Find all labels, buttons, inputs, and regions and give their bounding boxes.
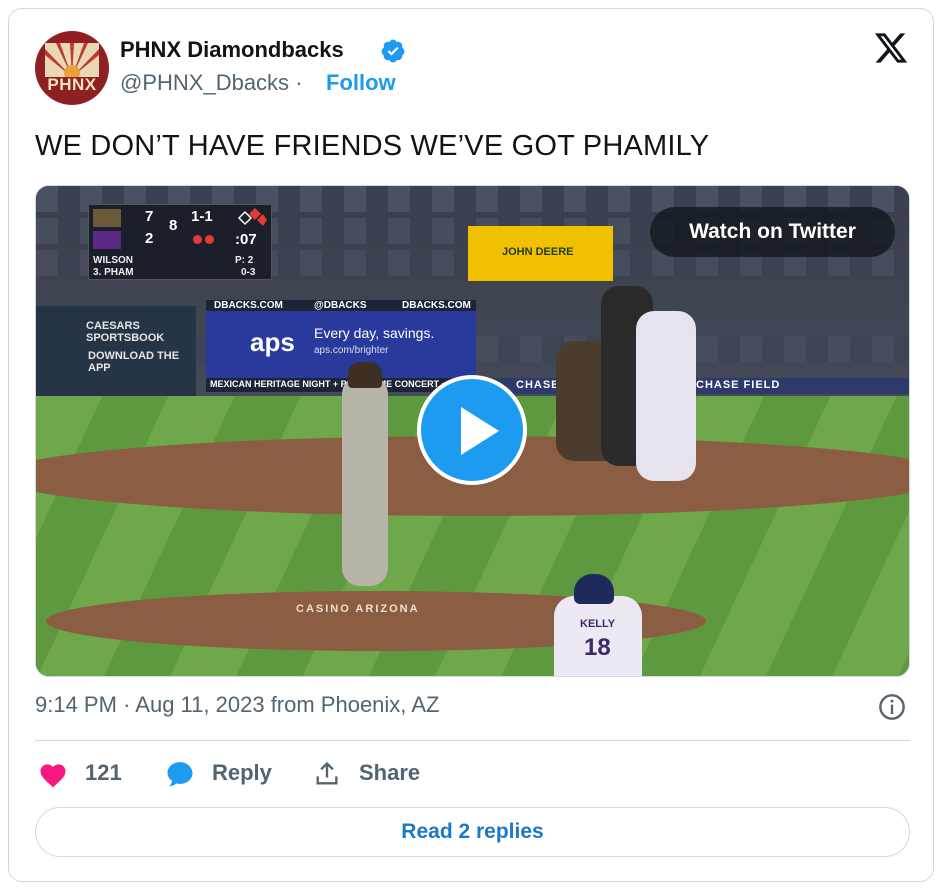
team2-score: 2 xyxy=(145,230,154,247)
aps-ad: aps Every day, savings. aps.com/brighter xyxy=(206,311,476,381)
date: Aug 11, 2023 xyxy=(135,692,265,717)
sportsbook-text: CAESARS SPORTSBOOK xyxy=(86,320,165,344)
padres-logo-icon xyxy=(93,209,121,227)
dbacks-logo-icon xyxy=(93,231,121,249)
play-icon xyxy=(461,407,499,455)
author-handle[interactable]: @PHNX_Dbacks · xyxy=(120,70,303,96)
mound-text: CASINO ARIZONA xyxy=(296,603,420,615)
runner-name: KELLY xyxy=(580,618,616,630)
download-text: DOWNLOAD THE APP xyxy=(88,350,180,374)
aps-brand: aps xyxy=(250,327,295,357)
pitch-clock: :07 xyxy=(235,231,257,248)
sportsbook-ad: CAESARS SPORTSBOOK DOWNLOAD THE APP xyxy=(36,306,196,396)
handle-text: @PHNX_Dbacks xyxy=(120,70,290,95)
ad-text-3: DBACKS.COM xyxy=(402,300,471,311)
runner-number: 18 xyxy=(584,634,611,661)
runner-figure: KELLY 18 xyxy=(554,596,642,676)
pitcher-cap xyxy=(348,362,382,388)
aps-tagline: Every day, savings. xyxy=(314,325,435,341)
reply-button[interactable]: Reply xyxy=(212,760,272,786)
batter-name: 3. PHAM xyxy=(93,267,134,278)
ad-text-1: DBACKS.COM xyxy=(214,300,283,311)
follow-button[interactable]: Follow xyxy=(326,70,396,96)
jd-text: JOHN DEERE xyxy=(502,246,574,258)
timestamp-separator: · xyxy=(123,692,131,717)
watch-on-twitter-button[interactable]: Watch on Twitter xyxy=(650,207,895,257)
pitcher-figure xyxy=(342,376,388,586)
team1-score: 7 xyxy=(145,208,154,225)
out-indicator-icon xyxy=(193,235,202,244)
runner-helmet xyxy=(574,574,614,604)
avatar[interactable]: PHNX xyxy=(35,31,109,105)
author-display-name[interactable]: PHNX Diamondbacks xyxy=(120,37,344,63)
share-button[interactable]: Share xyxy=(359,760,420,786)
count: 1-1 xyxy=(191,208,213,225)
x-logo-icon[interactable] xyxy=(872,30,910,66)
divider xyxy=(35,740,910,741)
aps-url: aps.com/brighter xyxy=(314,345,389,356)
location: from Phoenix, AZ xyxy=(270,692,440,717)
scoreboard-row-1: 7 8 1-1 xyxy=(89,207,271,234)
reply-bubble-icon[interactable] xyxy=(165,759,195,789)
play-button[interactable] xyxy=(417,375,527,485)
avatar-label: PHNX xyxy=(47,75,97,94)
chase-text: CHASE xyxy=(516,379,560,391)
bases-icon xyxy=(237,208,267,226)
batter-figure xyxy=(636,311,696,481)
ad-text-2: @DBACKS xyxy=(314,300,367,311)
read-replies-button[interactable]: Read 2 replies xyxy=(35,807,910,857)
pitcher-name: WILSON xyxy=(93,255,133,266)
scoreboard-row-2: 2 :07 xyxy=(89,229,271,251)
john-deere-ad: JOHN DEERE xyxy=(468,226,613,281)
verified-badge-icon xyxy=(381,39,405,63)
sun-rays-icon xyxy=(45,43,99,77)
heart-icon[interactable] xyxy=(38,760,68,788)
out-indicator-icon xyxy=(205,235,214,244)
scoreboard: 7 8 1-1 2 :07 WILSON P: 2 3. PHAM 0-3 xyxy=(88,204,272,280)
share-icon[interactable] xyxy=(313,759,341,789)
tweet-text: WE DON’T HAVE FRIENDS WE’VE GOT PHAMILY xyxy=(35,130,710,162)
pitch-count: P: 2 xyxy=(235,255,254,266)
time: 9:14 PM xyxy=(35,692,117,717)
info-icon[interactable] xyxy=(878,693,906,721)
batter-line: 0-3 xyxy=(241,267,256,278)
tweet-timestamp[interactable]: 9:14 PM · Aug 11, 2023 from Phoenix, AZ xyxy=(35,692,439,718)
like-count[interactable]: 121 xyxy=(85,760,122,786)
handle-separator: · xyxy=(295,70,303,95)
chase-field-text: CHASE FIELD xyxy=(696,379,781,391)
